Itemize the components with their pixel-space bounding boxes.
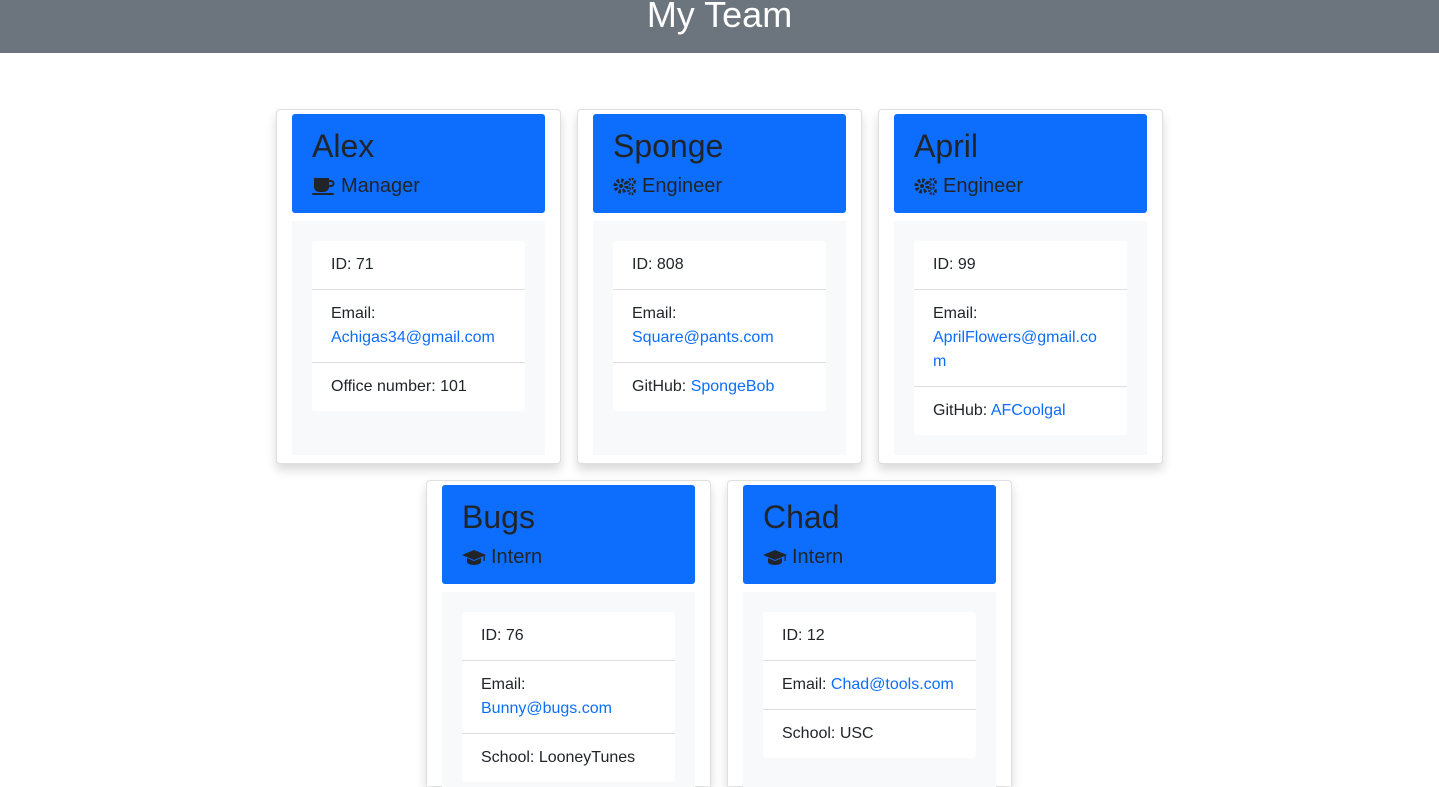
info-list: ID: 808 Email: Square@pants.com GitHub: … — [613, 241, 826, 411]
id-item: ID: 808 — [632, 256, 684, 273]
email-item: Email: Chad@tools.com — [763, 660, 976, 709]
employee-role: Engineer — [613, 174, 826, 198]
email-item: Email: Bunny@bugs.com — [462, 660, 675, 733]
email-link[interactable]: Square@pants.com — [632, 329, 774, 346]
employee-card-alex: Alex Manager ID: 71 Email: Achigas34@gma… — [276, 109, 561, 464]
role-label: Manager — [341, 175, 420, 197]
employee-name: Sponge — [613, 128, 724, 164]
employee-card-sponge: Sponge Engineer ID: 808 Email: Square@pa… — [577, 109, 862, 464]
email-link[interactable]: Chad@tools.com — [831, 676, 954, 693]
email-item: Email: AprilFlowers@gmail.com — [914, 289, 1127, 386]
school-item: School: USC — [763, 709, 976, 758]
card-body: ID: 808 Email: Square@pants.com GitHub: … — [593, 221, 846, 455]
office-number-item: Office number: 101 — [312, 362, 525, 411]
email-item: Email: Square@pants.com — [613, 289, 826, 362]
id-item: ID: 76 — [481, 627, 524, 644]
email-label: Email: — [481, 676, 526, 693]
graduation-cap-icon — [763, 547, 787, 567]
employee-card-bugs: Bugs Intern ID: 76 Email: Bunny@bugs.com… — [426, 480, 711, 787]
page-title: My Team — [646, 0, 793, 35]
github-item: GitHub: AFCoolgal — [914, 386, 1127, 435]
card-header: Sponge Engineer — [593, 114, 846, 213]
github-item: GitHub: SpongeBob — [613, 362, 826, 411]
card-header: April Engineer — [894, 114, 1147, 213]
email-label: Email: — [782, 676, 827, 693]
card-header: Chad Intern — [743, 485, 996, 584]
employee-card-april: April Engineer ID: 99 Email: AprilFlower… — [878, 109, 1163, 464]
card-header: Bugs Intern — [442, 485, 695, 584]
page-header: My Team — [0, 0, 1439, 53]
card-body: ID: 71 Email: Achigas34@gmail.com Office… — [292, 221, 545, 455]
role-label: Intern — [491, 546, 543, 568]
mug-icon — [312, 176, 336, 196]
card-body: ID: 76 Email: Bunny@bugs.com School: Loo… — [442, 592, 695, 787]
employee-role: Manager — [312, 174, 525, 198]
role-label: Intern — [792, 546, 844, 568]
employee-name: Alex — [312, 128, 375, 164]
card-header: Alex Manager — [292, 114, 545, 213]
email-link[interactable]: AprilFlowers@gmail.com — [933, 329, 1097, 370]
info-list: ID: 99 Email: AprilFlowers@gmail.com Git… — [914, 241, 1127, 435]
card-body: ID: 99 Email: AprilFlowers@gmail.com Git… — [894, 221, 1147, 455]
employee-name: Chad — [763, 499, 840, 535]
employee-card-chad: Chad Intern ID: 12 Email: Chad@tools.com… — [727, 480, 1012, 787]
role-label: Engineer — [943, 175, 1024, 197]
id-item: ID: 99 — [933, 256, 976, 273]
gears-icon — [613, 176, 637, 196]
school-item: School: LooneyTunes — [462, 733, 675, 782]
email-label: Email: — [933, 305, 978, 322]
info-list: ID: 76 Email: Bunny@bugs.com School: Loo… — [462, 612, 675, 782]
info-list: ID: 12 Email: Chad@tools.com School: USC — [763, 612, 976, 758]
id-item: ID: 71 — [331, 256, 374, 273]
email-label: Email: — [632, 305, 677, 322]
role-label: Engineer — [642, 175, 723, 197]
gears-icon — [914, 176, 938, 196]
card-body: ID: 12 Email: Chad@tools.com School: USC — [743, 592, 996, 787]
graduation-cap-icon — [462, 547, 486, 567]
email-item: Email: Achigas34@gmail.com — [312, 289, 525, 362]
employee-role: Engineer — [914, 174, 1127, 198]
employee-name: Bugs — [462, 499, 535, 535]
employee-role: Intern — [763, 545, 976, 569]
info-list: ID: 71 Email: Achigas34@gmail.com Office… — [312, 241, 525, 411]
employee-role: Intern — [462, 545, 675, 569]
email-link[interactable]: Achigas34@gmail.com — [331, 329, 495, 346]
github-label: GitHub: — [632, 378, 687, 395]
id-item: ID: 12 — [782, 627, 825, 644]
github-link[interactable]: AFCoolgal — [991, 402, 1066, 419]
github-link[interactable]: SpongeBob — [691, 378, 775, 395]
employee-name: April — [914, 128, 979, 164]
email-label: Email: — [331, 305, 376, 322]
email-link[interactable]: Bunny@bugs.com — [481, 700, 612, 717]
github-label: GitHub: — [933, 402, 988, 419]
